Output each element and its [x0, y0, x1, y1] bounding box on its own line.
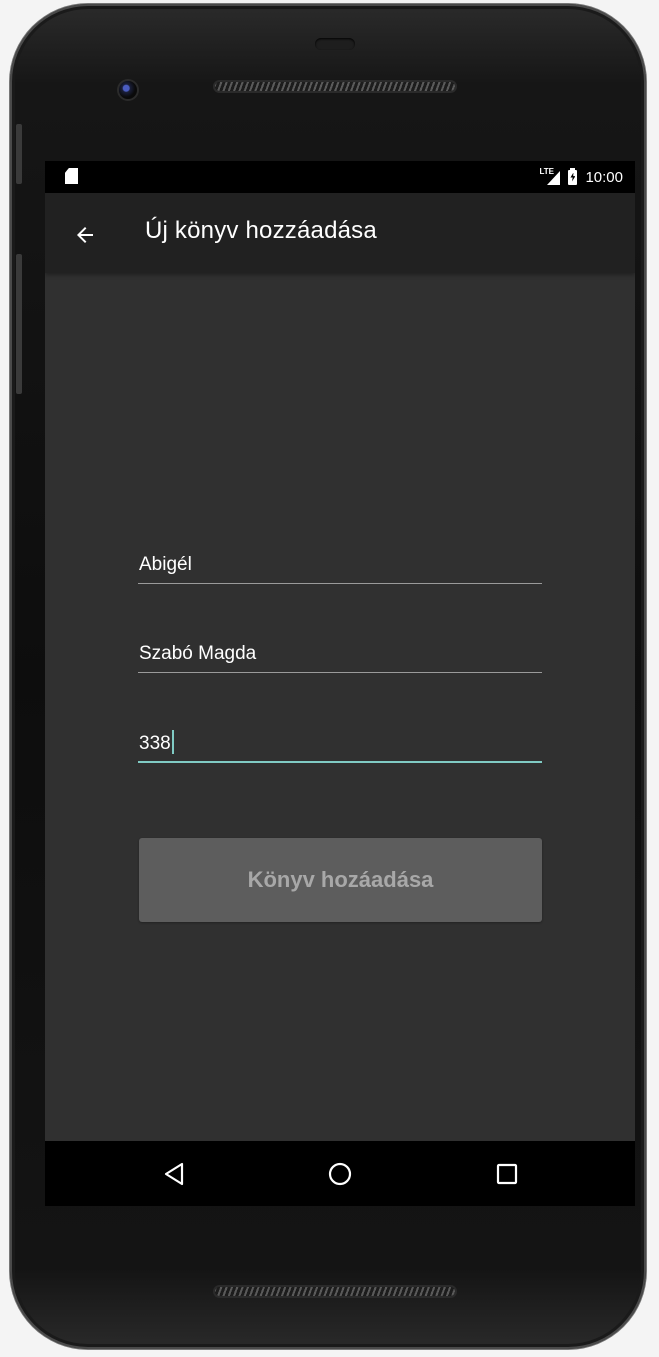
top-speaker-grille	[215, 82, 455, 91]
earpiece-slot	[315, 38, 355, 50]
home-circle-icon	[328, 1162, 352, 1186]
device-screen: LTE 10:00 Új könyv hozzáadása Abigél Sza…	[45, 161, 635, 1141]
status-bar: LTE 10:00	[45, 161, 635, 193]
book-author-underline	[138, 672, 542, 673]
add-book-button[interactable]: Könyv hozáadása	[139, 838, 542, 922]
status-icons: LTE 10:00	[539, 167, 623, 187]
volume-button	[16, 254, 22, 394]
nav-home-button[interactable]	[320, 1154, 360, 1194]
text-cursor	[171, 730, 174, 754]
nav-back-button[interactable]	[155, 1154, 195, 1194]
book-pages-value: 338	[139, 733, 171, 754]
sd-card-icon	[65, 168, 78, 184]
bottom-speaker-grille	[215, 1287, 455, 1296]
recents-square-icon	[496, 1163, 518, 1185]
signal-icon: LTE	[539, 167, 561, 185]
app-bar: Új könyv hozzáadása	[45, 193, 635, 273]
power-button	[16, 124, 22, 184]
book-author-field[interactable]: Szabó Magda	[138, 629, 542, 673]
book-pages-input: 338	[139, 730, 174, 755]
arrow-left-icon	[77, 227, 93, 243]
book-pages-field[interactable]: 338	[138, 719, 542, 763]
front-camera-icon	[119, 81, 137, 99]
page-title: Új könyv hozzáadása	[145, 217, 377, 244]
nav-recents-button[interactable]	[487, 1154, 527, 1194]
back-button[interactable]	[65, 215, 105, 255]
book-title-underline	[138, 583, 542, 584]
battery-charging-icon	[568, 167, 578, 185]
book-author-value: Szabó Magda	[139, 643, 257, 664]
book-title-value: Abigél	[139, 554, 192, 575]
book-pages-underline	[138, 761, 542, 763]
back-triangle-icon	[164, 1162, 184, 1186]
status-time: 10:00	[585, 168, 623, 186]
navigation-bar	[45, 1141, 635, 1206]
book-title-field[interactable]: Abigél	[138, 540, 542, 584]
